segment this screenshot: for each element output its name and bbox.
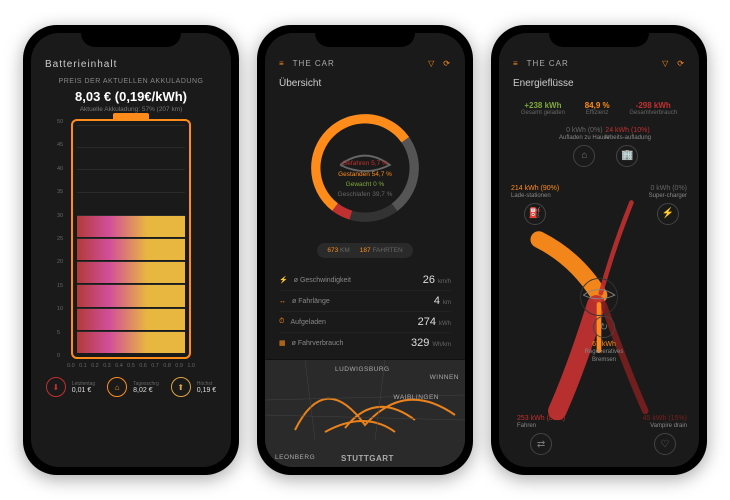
price-label: PREIS DER AKTUELLEN AKKULADUNG bbox=[59, 78, 204, 85]
charge-sub: Aktuelle Akkuladung: 57% (207 km) bbox=[80, 106, 183, 113]
speed-icon: ⚡ bbox=[279, 276, 288, 284]
page-title: Batterieinhalt bbox=[45, 59, 117, 70]
header: ≡ THE CAR ▽ ⟳ bbox=[265, 33, 465, 74]
map-city: WAIBLINGEN bbox=[393, 394, 439, 401]
legend-awake: Gewacht 0 % bbox=[338, 180, 393, 190]
refresh-icon[interactable]: ⟳ bbox=[677, 59, 685, 68]
menu-icon[interactable]: ≡ bbox=[513, 59, 519, 68]
phone-battery: Batterieinhalt PREIS DER AKTUELLEN AKKUL… bbox=[23, 25, 239, 475]
stat-low[interactable]: ⬇ Letztentag 0,01 € bbox=[46, 377, 95, 397]
node-regen[interactable]: ↻ 67 kWh Regeneratives Bremsen bbox=[577, 314, 631, 365]
bolt-icon: ⚡ bbox=[657, 203, 679, 225]
donut-legend: Gefahren 5,7 % Gestanden 54,7 % Gewacht … bbox=[338, 135, 393, 201]
metric-consumption[interactable]: ▦ ø Fahrverbrauch 329 Wh/km bbox=[279, 332, 451, 353]
filter-icon[interactable]: ▽ bbox=[662, 59, 669, 68]
content: +238 kWh Gesamt geladen 84,9 % Effizienz… bbox=[499, 97, 699, 467]
title-bar: Batterieinhalt bbox=[31, 33, 231, 76]
building-icon: 🏢 bbox=[616, 145, 638, 167]
screen: ≡ THE CAR ▽ ⟳ Übersicht Gefahren 5,7 % bbox=[265, 33, 465, 467]
summary-consumed: -298 kWh Gesamtverbrauch bbox=[629, 101, 677, 116]
node-station[interactable]: 214 kWh (90%) Lade-stationen ⛽ bbox=[511, 184, 559, 227]
map-city: LEONBERG bbox=[275, 454, 315, 461]
drive-icon: ⇄ bbox=[530, 433, 552, 455]
regen-icon: ↻ bbox=[593, 316, 615, 338]
page-title: Übersicht bbox=[265, 74, 465, 97]
content: PREIS DER AKTUELLEN AKKULADUNG 8,03 € (0… bbox=[31, 76, 231, 467]
sankey-chart: 0 kWh (0%) Aufladen zu Hause ⌂ 24 kWh (1… bbox=[511, 124, 687, 457]
station-icon: ⛽ bbox=[524, 203, 546, 225]
map-view[interactable]: LUDWIGSBURG WINNEN WAIBLINGEN LEONBERG S… bbox=[265, 359, 465, 467]
y-axis: 0 5 10 15 20 25 30 35 40 45 50 bbox=[57, 119, 63, 359]
map-city-main: STUTTGART bbox=[341, 454, 394, 463]
node-super[interactable]: 0 kWh (0%) Super-charger ⚡ bbox=[649, 184, 687, 227]
home-icon: ⌂ bbox=[573, 145, 595, 167]
header-title: THE CAR bbox=[527, 59, 569, 68]
price-value: 8,03 € (0,19€/kWh) bbox=[75, 89, 187, 104]
header: ≡ THE CAR ▽ ⟳ bbox=[499, 33, 699, 74]
phone-energy: ≡ THE CAR ▽ ⟳ Energieflüsse +238 kWh Ges… bbox=[491, 25, 707, 475]
legend-idle: Gestanden 54,7 % bbox=[338, 170, 393, 180]
summary-charged: +238 kWh Gesamt geladen bbox=[521, 101, 565, 116]
phone-overview: ≡ THE CAR ▽ ⟳ Übersicht Gefahren 5,7 % bbox=[257, 25, 473, 475]
arrow-down-icon: ⬇ bbox=[46, 377, 66, 397]
node-drive[interactable]: 253 kWh (85%) Fahren ⇄ bbox=[517, 414, 565, 457]
metric-length[interactable]: ↔ ø Fahrlänge 4 km bbox=[279, 290, 451, 311]
header-title: THE CAR bbox=[293, 59, 335, 68]
stat-high[interactable]: ⬆ Höchst 0,19 € bbox=[171, 377, 216, 397]
battery-outline bbox=[71, 119, 191, 359]
node-home[interactable]: 0 kWh (0%) Aufladen zu Hause ⌂ bbox=[559, 126, 610, 169]
refresh-icon[interactable]: ⟳ bbox=[443, 59, 451, 68]
content: Gefahren 5,7 % Gestanden 54,7 % Gewacht … bbox=[265, 97, 465, 467]
pill-row: 673 KM 187 FAHRTEN bbox=[265, 237, 465, 264]
map-city: LUDWIGSBURG bbox=[335, 366, 390, 373]
summary-efficiency: 84,9 % Effizienz bbox=[585, 101, 610, 116]
battery-chart: 0 5 10 15 20 25 30 35 40 45 50 bbox=[71, 119, 191, 359]
summary-pill[interactable]: 673 KM 187 FAHRTEN bbox=[317, 243, 412, 258]
legend-sleep: Geschlafen 39,7 % bbox=[338, 190, 393, 200]
node-vampire[interactable]: 45 kWh (15%) Vampire drain ♡ bbox=[643, 414, 687, 457]
metric-charged[interactable]: ⏱ Aufgeladen 274 kWh bbox=[279, 311, 451, 332]
consumption-icon: ▦ bbox=[279, 339, 286, 347]
distance-icon: ↔ bbox=[279, 298, 286, 305]
arrow-up-icon: ⬆ bbox=[171, 377, 191, 397]
metrics-list: ⚡ ø Geschwindigkeit 26 km/h ↔ ø Fahrläng… bbox=[265, 264, 465, 359]
page-title: Energieflüsse bbox=[499, 74, 699, 97]
stat-avg[interactable]: ⌂ Tagesschrg 8,02 € bbox=[107, 377, 159, 397]
charge-icon: ⏱ bbox=[279, 318, 284, 326]
sankey-flows bbox=[511, 124, 687, 457]
metric-speed[interactable]: ⚡ ø Geschwindigkeit 26 km/h bbox=[279, 270, 451, 290]
menu-icon[interactable]: ≡ bbox=[279, 59, 285, 68]
donut-chart: Gefahren 5,7 % Gestanden 54,7 % Gewacht … bbox=[265, 97, 465, 237]
screen: Batterieinhalt PREIS DER AKTUELLEN AKKUL… bbox=[31, 33, 231, 467]
map-city: WINNEN bbox=[430, 374, 459, 381]
filter-icon[interactable]: ▽ bbox=[428, 59, 435, 68]
heart-icon: ♡ bbox=[654, 433, 676, 455]
home-icon: ⌂ bbox=[107, 377, 127, 397]
legend-driven: Gefahren 5,7 % bbox=[338, 159, 393, 169]
screen: ≡ THE CAR ▽ ⟳ Energieflüsse +238 kWh Ges… bbox=[499, 33, 699, 467]
summary-row: +238 kWh Gesamt geladen 84,9 % Effizienz… bbox=[511, 97, 687, 124]
stats-row: ⬇ Letztentag 0,01 € ⌂ Tagesschrg 8,02 € … bbox=[46, 369, 216, 407]
node-work[interactable]: 24 kWh (10%) Arbeits-aufladung 🏢 bbox=[604, 126, 651, 169]
